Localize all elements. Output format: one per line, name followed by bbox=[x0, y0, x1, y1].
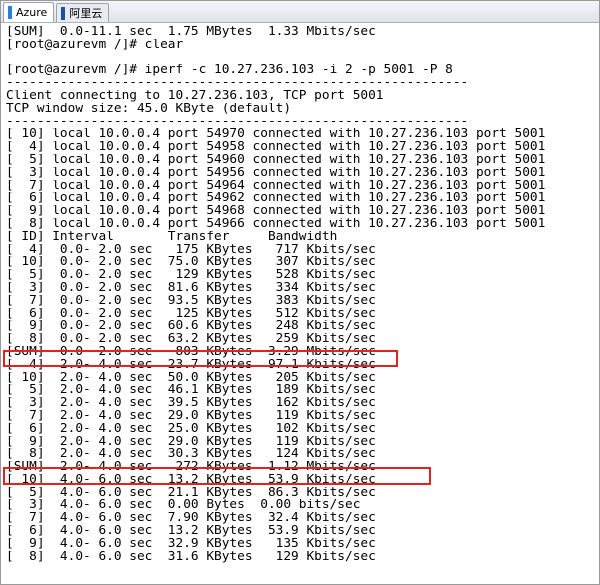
terminal-line: [ 4] 0.0- 2.0 sec 175 KBytes 717 Kbits/s… bbox=[6, 243, 376, 257]
terminal-line: [ ID] Interval Transfer Bandwidth bbox=[6, 230, 338, 244]
terminal-line: [ 10] 2.0- 4.0 sec 50.0 KBytes 205 Kbits… bbox=[6, 371, 376, 385]
terminal-line: [ 6] local 10.0.0.4 port 54962 connected… bbox=[6, 192, 546, 206]
terminal-line: [ 9] local 10.0.0.4 port 54968 connected… bbox=[6, 205, 546, 218]
terminal-line: [ 7] local 10.0.0.4 port 54964 connected… bbox=[6, 179, 546, 193]
terminal-line: [ 6] 4.0- 6.0 sec 13.2 KBytes 53.9 Kbits… bbox=[6, 525, 376, 538]
terminal-line: [SUM] 2.0- 4.0 sec 272 KBytes 1.12 Mbits… bbox=[6, 461, 376, 474]
terminal-line: [ 8] local 10.0.0.4 port 54966 connected… bbox=[6, 217, 546, 231]
terminal-line: [ 3] 0.0- 2.0 sec 81.6 KBytes 334 Kbits/… bbox=[6, 281, 376, 295]
tab-label: 阿里云 bbox=[69, 7, 103, 20]
terminal-line: [ 5] 4.0- 6.0 sec 21.1 KBytes 86.3 Kbits… bbox=[6, 486, 376, 500]
terminal-line: [ 7] 0.0- 2.0 sec 93.5 KBytes 383 Kbits/… bbox=[6, 294, 376, 308]
terminal-tab-icon bbox=[8, 6, 12, 19]
terminal-line: [ 5] local 10.0.0.4 port 54960 connected… bbox=[6, 153, 546, 167]
tab-aliyun[interactable]: 阿里云 bbox=[56, 3, 110, 22]
terminal-output[interactable]: [SUM] 0.0-11.1 sec 1.75 MBytes 1.33 Mbit… bbox=[1, 24, 599, 584]
terminal-line: [ 3] local 10.0.0.4 port 54956 connected… bbox=[6, 166, 546, 180]
terminal-line: TCP window size: 45.0 KByte (default) bbox=[6, 102, 292, 116]
terminal-line: [ 5] 2.0- 4.0 sec 46.1 KBytes 189 Kbits/… bbox=[6, 384, 376, 398]
tab-azure[interactable]: Azure bbox=[3, 2, 55, 22]
terminal-line: [ 4] 2.0- 4.0 sec 23.7 KBytes 97.1 Kbits… bbox=[6, 358, 376, 372]
terminal-line: [ 8] 4.0- 6.0 sec 31.6 KBytes 129 Kbits/… bbox=[6, 550, 376, 564]
terminal-line: [ 3] 4.0- 6.0 sec 0.00 Bytes 0.00 bits/s… bbox=[6, 499, 361, 513]
terminal-line: [root@azurevm /]# clear bbox=[6, 38, 184, 52]
terminal-line: [ 9] 2.0- 4.0 sec 29.0 KBytes 119 Kbits/… bbox=[6, 435, 376, 449]
terminal-line: [ 8] 0.0- 2.0 sec 63.2 KBytes 259 Kbits/… bbox=[6, 333, 376, 346]
terminal-line: Client connecting to 10.27.236.103, TCP … bbox=[6, 89, 384, 103]
tab-label: Azure bbox=[16, 6, 48, 19]
terminal-line: [ 10] 4.0- 6.0 sec 13.2 KBytes 53.9 Kbit… bbox=[6, 473, 376, 487]
terminal-line: [ 9] 0.0- 2.0 sec 60.6 KBytes 248 Kbits/… bbox=[6, 320, 376, 334]
terminal-line: [ 9] 4.0- 6.0 sec 32.9 KBytes 135 Kbits/… bbox=[6, 537, 376, 551]
terminal-window: Azure 阿里云 [SUM] 0.0-11.1 sec 1.75 MBytes… bbox=[0, 0, 600, 585]
terminal-line: [ 8] 2.0- 4.0 sec 30.3 KBytes 124 Kbits/… bbox=[6, 448, 376, 462]
terminal-line: [ 6] 2.0- 4.0 sec 25.0 KBytes 102 Kbits/… bbox=[6, 422, 376, 436]
terminal-tab-icon bbox=[61, 6, 66, 20]
terminal-line: [ 10] 0.0- 2.0 sec 75.0 KBytes 307 Kbits… bbox=[6, 256, 376, 270]
terminal-line: [ 7] 4.0- 6.0 sec 7.90 KBytes 32.4 Kbits… bbox=[6, 512, 376, 526]
terminal-line: [root@azurevm /]# iperf -c 10.27.236.103… bbox=[6, 64, 453, 78]
terminal-line: [ 3] 2.0- 4.0 sec 39.5 KBytes 162 Kbits/… bbox=[6, 397, 376, 410]
terminal-line: [SUM] 0.0-11.1 sec 1.75 MBytes 1.33 Mbit… bbox=[6, 26, 376, 39]
tab-bar: Azure 阿里云 bbox=[1, 1, 599, 23]
terminal-line: [ 5] 0.0- 2.0 sec 129 KBytes 528 Kbits/s… bbox=[6, 269, 376, 282]
terminal-line: [ 6] 0.0- 2.0 sec 125 KBytes 512 Kbits/s… bbox=[6, 307, 376, 321]
terminal-line: [ 7] 2.0- 4.0 sec 29.0 KBytes 119 Kbits/… bbox=[6, 409, 376, 423]
terminal-line: [ 10] local 10.0.0.4 port 54970 connecte… bbox=[6, 128, 546, 142]
terminal-line: ----------------------------------------… bbox=[6, 115, 469, 129]
terminal-line: [SUM] 0.0- 2.0 sec 803 KBytes 3.29 Mbits… bbox=[6, 345, 376, 359]
terminal-line: [ 4] local 10.0.0.4 port 54958 connected… bbox=[6, 141, 546, 154]
terminal-line: ----------------------------------------… bbox=[6, 77, 469, 90]
